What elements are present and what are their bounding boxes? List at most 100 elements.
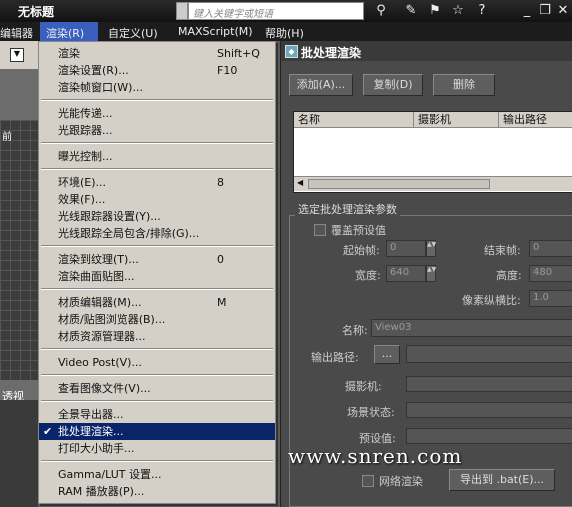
render-menu-item-shortcut: 8 (217, 176, 224, 189)
menu-customize[interactable]: 自定义(U) (108, 25, 158, 41)
menu-bar: 编辑器 渲染(R) 自定义(U) MAXScript(M) 帮助(H) (0, 22, 572, 41)
net-render-label: 网络渲染 (379, 475, 423, 488)
menu-editor[interactable]: 编辑器 (0, 25, 33, 41)
output-path-browse-button[interactable]: ... (374, 345, 400, 364)
preset-dropdown[interactable] (406, 428, 572, 444)
render-menu-item[interactable]: 渲染设置(R)... F10 (39, 62, 275, 79)
override-checkbox[interactable] (314, 224, 326, 236)
copy-button[interactable]: 复制(D) (363, 74, 423, 96)
net-render-checkbox[interactable] (362, 475, 374, 487)
render-menu-item[interactable]: 光跟踪器... (39, 122, 275, 139)
render-menu-item-label: 效果(F)... (58, 193, 106, 206)
menu-separator (41, 168, 273, 170)
render-menu-item[interactable]: RAM 播放器(P)... (39, 483, 275, 500)
render-menu-item[interactable]: Video Post(V)... (39, 354, 275, 371)
render-menu-item-label: Video Post(V)... (58, 356, 142, 369)
delete-button[interactable]: 删除 (433, 74, 495, 96)
start-frame-spinner[interactable]: ▲▼ (426, 240, 436, 257)
menu-maxscript[interactable]: MAXScript(M) (178, 25, 253, 38)
camera-label: 摄影机: (345, 380, 382, 393)
render-menu-item-label: 批处理渲染... (58, 425, 124, 438)
name-input[interactable]: View03 (371, 319, 572, 337)
render-menu-item-shortcut: M (217, 296, 227, 309)
render-menu-item-shortcut: 0 (217, 253, 224, 266)
menu-render[interactable]: 渲染(R) (46, 25, 84, 41)
render-menu-item[interactable]: 曝光控制... (39, 148, 275, 165)
batch-render-dialog: 批处理渲染 ◆ 添加(A)... 复制(D) 删除 名称 摄影机 输出路径 ◀ … (280, 41, 572, 507)
scrollbar-thumb[interactable] (308, 179, 490, 189)
width-spinner[interactable]: ▲▼ (426, 265, 436, 282)
render-menu-item[interactable]: 渲染曲面贴图... (39, 268, 275, 285)
restore-icon[interactable]: ❐ (536, 2, 554, 20)
column-name[interactable]: 名称 (294, 112, 414, 128)
width-input[interactable]: 640 (386, 265, 426, 282)
height-input[interactable]: 480 (529, 265, 572, 282)
export-bat-button[interactable]: 导出到 .bat(E)... (449, 469, 555, 491)
render-menu-item[interactable]: ✔ 批处理渲染... (39, 423, 275, 440)
render-menu-item-label: RAM 播放器(P)... (58, 485, 145, 498)
render-menu-item[interactable]: 材质编辑器(M)... M (39, 294, 275, 311)
menu-separator (41, 99, 273, 101)
viewport-perspective[interactable] (0, 400, 38, 507)
height-label: 高度: (496, 269, 522, 282)
horizontal-scrollbar[interactable]: ◀ (294, 176, 572, 191)
render-menu-item[interactable]: 材质/贴图浏览器(B)... (39, 311, 275, 328)
render-menu-item[interactable]: 效果(F)... (39, 191, 275, 208)
menu-help[interactable]: 帮助(H) (265, 25, 304, 41)
render-menu-item[interactable]: 光线跟踪全局包含/排除(G)... (39, 225, 275, 242)
menu-separator (41, 460, 273, 462)
render-menu-item[interactable]: 光线跟踪器设置(Y)... (39, 208, 275, 225)
search-input[interactable]: 键入关键字或短语 (188, 2, 364, 20)
width-label: 宽度: (355, 269, 381, 282)
render-menu-item[interactable]: 渲染 Shift+Q (39, 45, 275, 62)
viewport-front[interactable] (0, 120, 38, 380)
binoculars-icon[interactable]: ⚲ (372, 2, 390, 20)
pixel-aspect-input[interactable]: 1.0 (529, 290, 572, 307)
help-icon[interactable]: ? (473, 2, 491, 20)
render-menu-item-label: 渲染设置(R)... (58, 64, 129, 77)
column-output-path[interactable]: 输出路径 (499, 112, 572, 128)
render-menu-item-shortcut: Shift+Q (217, 47, 260, 60)
render-menu-item-label: 曝光控制... (58, 150, 113, 163)
render-menu-item[interactable]: 环境(E)... 8 (39, 174, 275, 191)
dialog-title: 批处理渲染 (281, 41, 572, 61)
render-menu-item[interactable]: 渲染帧窗口(W)... (39, 79, 275, 96)
render-menu-item-label: 材质编辑器(M)... (58, 296, 142, 309)
close-icon[interactable]: ✕ (554, 2, 572, 20)
left-toolbar: ▼ (0, 41, 38, 69)
star-icon[interactable]: ☆ (449, 2, 467, 20)
start-frame-input[interactable]: 0 (386, 240, 426, 257)
override-label: 覆盖预设值 (331, 224, 386, 237)
render-menu-item[interactable]: 打印大小助手... (39, 440, 275, 457)
end-frame-input[interactable]: 0 (529, 240, 572, 257)
render-menu-item[interactable]: 光能传递... (39, 105, 275, 122)
column-camera[interactable]: 摄影机 (414, 112, 499, 128)
menu-separator (41, 348, 273, 350)
scene-state-dropdown[interactable] (406, 402, 572, 418)
pin-icon[interactable]: ⚑ (426, 2, 444, 20)
render-menu-item[interactable]: 全景导出器... (39, 406, 275, 423)
render-menu-item-label: 打印大小助手... (58, 442, 135, 455)
pixel-aspect-label: 像素纵横比: (462, 294, 521, 307)
menu-separator (41, 288, 273, 290)
title-bar: 无标题 键入关键字或短语 ⚲ ✎ ⚑ ☆ ? _ ❐ ✕ (0, 0, 572, 22)
render-menu-item[interactable]: Gamma/LUT 设置... (39, 466, 275, 483)
render-menu-item[interactable]: 查看图像文件(V)... (39, 380, 275, 397)
chevron-down-icon[interactable]: ▼ (10, 48, 24, 62)
render-menu-item-label: Gamma/LUT 设置... (58, 468, 162, 481)
render-menu-item[interactable]: 材质资源管理器... (39, 328, 275, 345)
render-menu-item-label: 全景导出器... (58, 408, 124, 421)
viewport-top-label[interactable]: 前 (2, 128, 12, 143)
group-title: 选定批处理渲染参数 (295, 201, 400, 217)
output-path-field[interactable] (406, 345, 572, 363)
minimize-icon[interactable]: _ (518, 2, 536, 20)
search-dropdown-button[interactable] (176, 2, 188, 20)
render-menu-item-label: 光跟踪器... (58, 124, 113, 137)
camera-dropdown[interactable] (406, 376, 572, 392)
wrench-icon[interactable]: ✎ (402, 2, 420, 20)
batch-list[interactable]: 名称 摄影机 输出路径 ◀ (293, 111, 572, 193)
render-menu-item[interactable]: 渲染到纹理(T)... 0 (39, 251, 275, 268)
add-button[interactable]: 添加(A)... (289, 74, 353, 96)
render-menu-item-label: 渲染帧窗口(W)... (58, 81, 143, 94)
scroll-left-icon[interactable]: ◀ (297, 178, 303, 187)
